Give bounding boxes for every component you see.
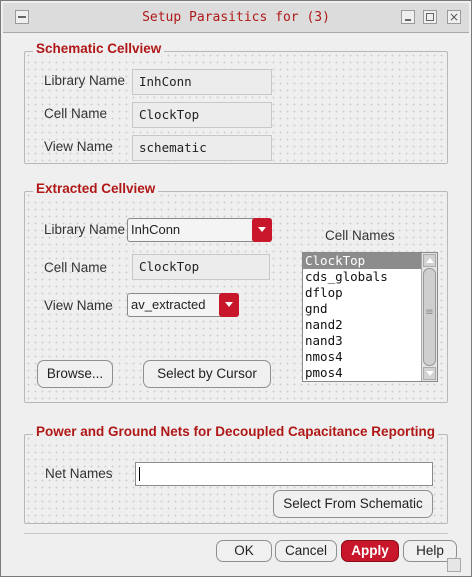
cell-name-item[interactable]: vdd	[303, 381, 437, 382]
footer-divider	[24, 533, 448, 534]
extracted-view-label: View Name	[44, 298, 113, 313]
schematic-view-field: schematic	[132, 135, 272, 161]
net-names-input[interactable]	[135, 462, 433, 486]
setup-parasitics-dialog: Setup Parasitics for (3) × Schematic Cel…	[0, 0, 472, 577]
cell-names-list[interactable]: ClockTop cds_globals dflop gnd nand2 nand3 nmo…	[302, 252, 438, 382]
extracted-library-value: InhConn	[131, 222, 181, 237]
extracted-cell-label: Cell Name	[44, 260, 108, 275]
schematic-library-field: InhConn	[132, 69, 272, 95]
minimize-icon[interactable]	[401, 10, 415, 24]
cancel-button[interactable]: Cancel	[275, 540, 337, 562]
power-ground-nets-group: Power and Ground Nets for Decoupled Capa…	[24, 424, 448, 524]
chevron-down-icon[interactable]	[252, 218, 272, 242]
extracted-library-label: Library Name	[44, 222, 126, 237]
extracted-cell-field: ClockTop	[132, 254, 270, 280]
cell-name-item[interactable]: nand3	[303, 333, 437, 349]
cell-name-item[interactable]: pmos4	[303, 365, 437, 381]
cell-name-item[interactable]: nmos4	[303, 349, 437, 365]
schematic-view-label: View Name	[44, 139, 113, 154]
scroll-down-icon[interactable]	[423, 367, 436, 380]
cell-name-item[interactable]: dflop	[303, 285, 437, 301]
resize-grip-icon[interactable]	[447, 558, 461, 572]
extracted-library-combo[interactable]: InhConn	[127, 218, 272, 242]
extracted-cellview-group: Extracted Cellview Library Name InhConn …	[24, 181, 448, 403]
cell-name-item[interactable]: cds_globals	[303, 269, 437, 285]
cell-name-item[interactable]: nand2	[303, 317, 437, 333]
scroll-thumb[interactable]	[423, 268, 436, 366]
ok-button[interactable]: OK	[216, 540, 272, 562]
scroll-up-icon[interactable]	[423, 254, 436, 267]
browse-button[interactable]: Browse...	[37, 360, 113, 388]
cell-names-label: Cell Names	[325, 228, 395, 243]
extracted-view-value: av_extracted	[131, 297, 206, 312]
cell-names-items: ClockTop cds_globals dflop gnd nand2 nand3 nmo…	[303, 253, 437, 382]
close-icon[interactable]: ×	[447, 10, 461, 24]
schematic-library-label: Library Name	[44, 73, 126, 88]
cell-name-item[interactable]: ClockTop	[303, 253, 437, 269]
power-ground-nets-title: Power and Ground Nets for Decoupled Capa…	[33, 424, 439, 439]
title-bar[interactable]: Setup Parasitics for (3) ×	[3, 3, 469, 33]
select-by-cursor-button[interactable]: Select by Cursor	[143, 360, 271, 388]
window-title: Setup Parasitics for (3)	[142, 10, 330, 25]
extracted-view-combo[interactable]: av_extracted	[127, 293, 239, 317]
schematic-cellview-title: Schematic Cellview	[33, 41, 165, 56]
maximize-icon[interactable]	[423, 10, 437, 24]
apply-button[interactable]: Apply	[341, 540, 399, 562]
cell-names-scrollbar[interactable]	[421, 253, 437, 381]
schematic-cell-label: Cell Name	[44, 106, 108, 121]
cell-name-item[interactable]: gnd	[303, 301, 437, 317]
text-caret	[139, 467, 140, 481]
net-names-label: Net Names	[45, 466, 113, 481]
select-from-schematic-button[interactable]: Select From Schematic	[273, 490, 433, 518]
chevron-down-icon[interactable]	[219, 293, 239, 317]
schematic-cell-field: ClockTop	[132, 102, 272, 128]
schematic-cellview-group: Schematic Cellview Library Name InhConn …	[24, 41, 448, 164]
extracted-cellview-title: Extracted Cellview	[33, 181, 159, 196]
